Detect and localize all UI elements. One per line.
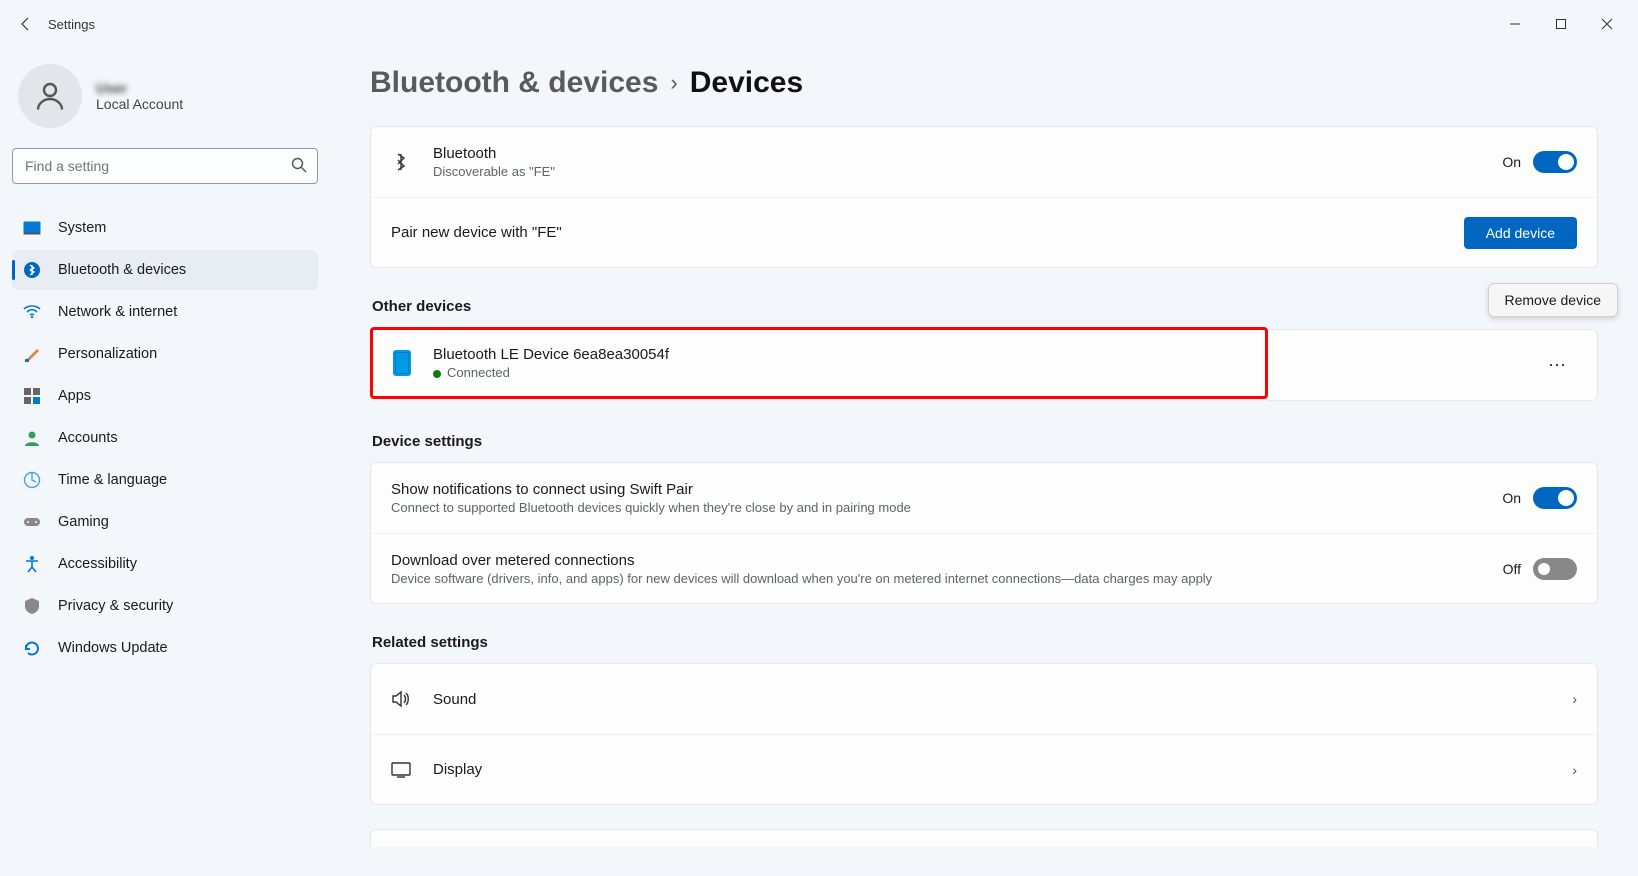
globe-clock-icon [22, 470, 42, 490]
bluetooth-state-label: On [1502, 154, 1521, 170]
sidebar-item-network[interactable]: Network & internet [12, 292, 318, 332]
update-icon [22, 638, 42, 658]
sidebar-item-label: System [58, 220, 106, 236]
swift-pair-title: Show notifications to connect using Swif… [391, 481, 1502, 498]
sidebar-item-label: Bluetooth & devices [58, 262, 186, 278]
sidebar-item-label: Network & internet [58, 304, 177, 320]
sidebar-item-accessibility[interactable]: Accessibility [12, 544, 318, 584]
sidebar-item-label: Personalization [58, 346, 157, 362]
related-sound-row[interactable]: Sound › [371, 664, 1597, 734]
sidebar-item-label: Gaming [58, 514, 109, 530]
close-button[interactable] [1584, 8, 1630, 40]
search-wrap [12, 148, 318, 184]
chevron-right-icon: › [670, 70, 677, 96]
profile-block[interactable]: User Local Account [12, 56, 318, 148]
pair-text: Pair new device with "FE" [391, 224, 1464, 241]
back-button[interactable] [8, 6, 44, 42]
bluetooth-subtitle: Discoverable as "FE" [433, 164, 1502, 179]
section-other-devices: Other devices [372, 298, 1598, 315]
bluetooth-icon [22, 260, 42, 280]
related-display-label: Display [433, 761, 1572, 778]
sidebar-item-bluetooth-devices[interactable]: Bluetooth & devices [12, 250, 318, 290]
device-name: Bluetooth LE Device 6ea8ea30054f [433, 346, 1245, 363]
window-title: Settings [48, 17, 95, 32]
titlebar: Settings [0, 0, 1638, 48]
swift-pair-toggle[interactable] [1533, 487, 1577, 509]
sidebar-item-label: Privacy & security [58, 598, 173, 614]
swift-pair-row: Show notifications to connect using Swif… [371, 463, 1597, 533]
section-device-settings: Device settings [372, 433, 1598, 450]
status-dot-icon [433, 370, 441, 378]
sidebar-item-privacy[interactable]: Privacy & security [12, 586, 318, 626]
minimize-button[interactable] [1492, 8, 1538, 40]
sidebar-item-accounts[interactable]: Accounts [12, 418, 318, 458]
person-icon [22, 428, 42, 448]
search-input[interactable] [12, 148, 318, 184]
partial-card [370, 829, 1598, 847]
accessibility-icon [22, 554, 42, 574]
sidebar: User Local Account System Bluetooth & de… [0, 48, 330, 876]
metered-title: Download over metered connections [391, 552, 1503, 569]
bluetooth-icon [391, 152, 411, 172]
breadcrumb-parent[interactable]: Bluetooth & devices [370, 66, 658, 100]
avatar-icon [18, 64, 82, 128]
tooltip-remove-device: Remove device [1488, 283, 1619, 317]
display-icon [22, 218, 42, 238]
display-icon [391, 760, 411, 780]
sidebar-item-windows-update[interactable]: Windows Update [12, 628, 318, 668]
metered-row: Download over metered connections Device… [371, 533, 1597, 603]
chevron-right-icon: › [1572, 691, 1577, 707]
sidebar-item-apps[interactable]: Apps [12, 376, 318, 416]
page-title: Devices [690, 66, 803, 100]
apps-icon [22, 386, 42, 406]
phone-icon [393, 350, 411, 376]
bluetooth-title: Bluetooth [433, 145, 1502, 162]
section-related-settings: Related settings [372, 634, 1598, 651]
sidebar-item-label: Windows Update [58, 640, 168, 656]
sidebar-item-system[interactable]: System [12, 208, 318, 248]
sidebar-item-label: Time & language [58, 472, 167, 488]
related-display-row[interactable]: Display › [371, 734, 1597, 804]
metered-subtitle: Device software (drivers, info, and apps… [391, 571, 1503, 586]
chevron-right-icon: › [1572, 762, 1577, 778]
search-icon [290, 156, 308, 179]
shield-icon [22, 596, 42, 616]
sidebar-item-personalization[interactable]: Personalization [12, 334, 318, 374]
wifi-icon [22, 302, 42, 322]
metered-state-label: Off [1503, 561, 1521, 577]
sidebar-item-label: Apps [58, 388, 91, 404]
pair-row: Pair new device with "FE" Add device [371, 197, 1597, 267]
metered-toggle[interactable] [1533, 558, 1577, 580]
maximize-button[interactable] [1538, 8, 1584, 40]
device-more-button[interactable]: ⋯ [1537, 345, 1577, 385]
brush-icon [22, 344, 42, 364]
sound-icon [391, 689, 411, 709]
swift-pair-state-label: On [1502, 490, 1521, 506]
bluetooth-row: Bluetooth Discoverable as "FE" On [371, 127, 1597, 197]
bluetooth-toggle[interactable] [1533, 151, 1577, 173]
device-card-highlighted: Bluetooth LE Device 6ea8ea30054f Connect… [370, 327, 1268, 399]
device-status: Connected [433, 365, 1245, 380]
profile-name: User [96, 80, 183, 96]
related-sound-label: Sound [433, 691, 1572, 708]
gamepad-icon [22, 512, 42, 532]
breadcrumb: Bluetooth & devices › Devices [370, 66, 1598, 100]
content: Bluetooth & devices › Devices Bluetooth … [330, 48, 1638, 876]
sidebar-item-time-language[interactable]: Time & language [12, 460, 318, 500]
sidebar-item-gaming[interactable]: Gaming [12, 502, 318, 542]
sidebar-item-label: Accounts [58, 430, 118, 446]
profile-subtitle: Local Account [96, 96, 183, 112]
add-device-button[interactable]: Add device [1464, 217, 1577, 249]
swift-pair-subtitle: Connect to supported Bluetooth devices q… [391, 500, 1502, 515]
sidebar-item-label: Accessibility [58, 556, 137, 572]
